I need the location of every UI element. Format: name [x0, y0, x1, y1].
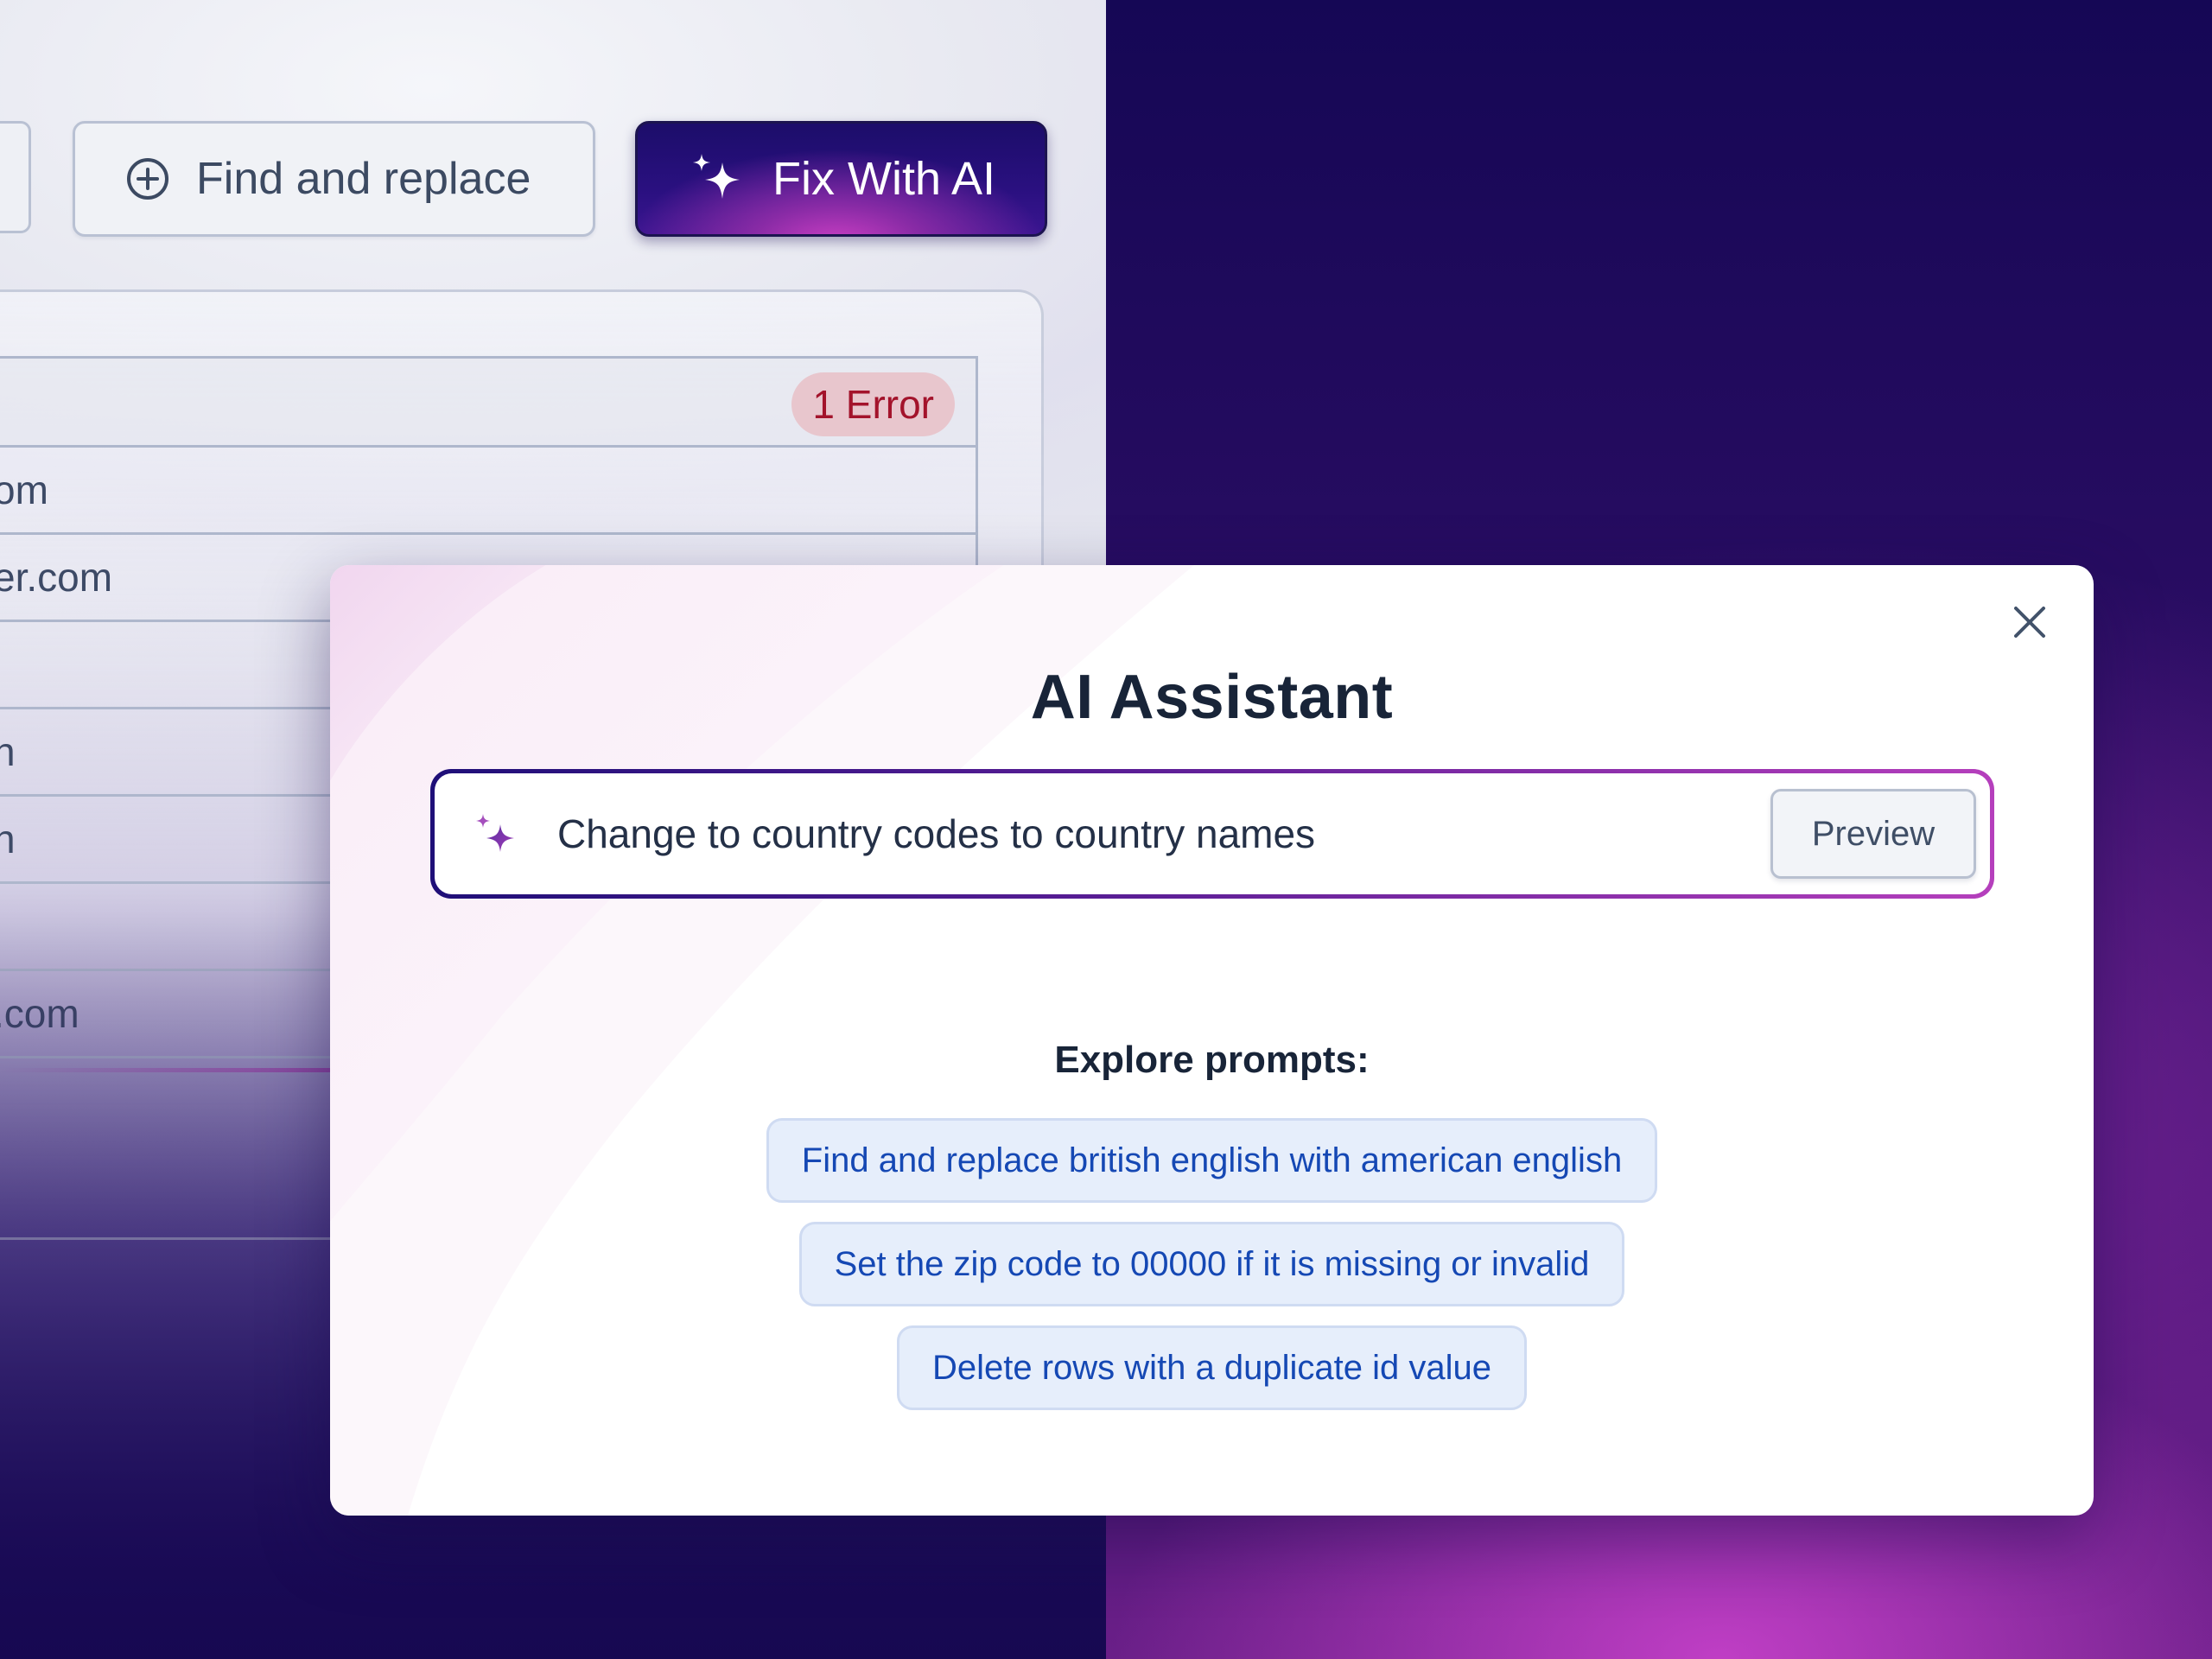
- suggestion-chip[interactable]: Delete rows with a duplicate id value: [896, 1325, 1527, 1410]
- table-row[interactable]: om: [0, 448, 978, 535]
- sparkle-icon: [474, 812, 519, 857]
- table-cell: om: [0, 467, 48, 512]
- table-cell: n: [0, 729, 16, 774]
- prompt-field-border: Preview: [430, 769, 1994, 899]
- prompt-input[interactable]: [557, 799, 1681, 868]
- table-header-row: 1 Error: [0, 356, 978, 448]
- suggestion-chip[interactable]: Find and replace british english with am…: [766, 1118, 1658, 1203]
- close-icon: [2014, 607, 2045, 638]
- crosshair-icon: [124, 155, 172, 203]
- toolbar-button-partial[interactable]: [0, 121, 31, 233]
- preview-button[interactable]: Preview: [1770, 789, 1976, 879]
- accent-line: [0, 1068, 363, 1072]
- table-cell: .com: [0, 991, 79, 1036]
- error-badge[interactable]: 1 Error: [791, 372, 955, 436]
- table-cell: er.com: [0, 555, 113, 600]
- table-cell: n: [0, 817, 16, 861]
- find-and-replace-label: Find and replace: [196, 154, 531, 204]
- modal-title: AI Assistant: [1030, 663, 1394, 732]
- fix-with-ai-label: Fix With AI: [772, 153, 996, 205]
- ai-assistant-modal: AI Assistant Preview Explore prompt: [330, 565, 2094, 1516]
- close-button[interactable]: [2004, 596, 2056, 648]
- sparkle-icon: [690, 150, 747, 207]
- suggestion-list: Find and replace british english with am…: [330, 1118, 2094, 1410]
- suggestion-chip[interactable]: Set the zip code to 00000 if it is missi…: [798, 1222, 1625, 1306]
- find-and-replace-button[interactable]: Find and replace: [73, 121, 595, 237]
- prompt-field: Preview: [435, 773, 1990, 894]
- fix-with-ai-button[interactable]: Fix With AI: [635, 121, 1047, 237]
- explore-prompts-label: Explore prompts:: [1054, 1039, 1370, 1081]
